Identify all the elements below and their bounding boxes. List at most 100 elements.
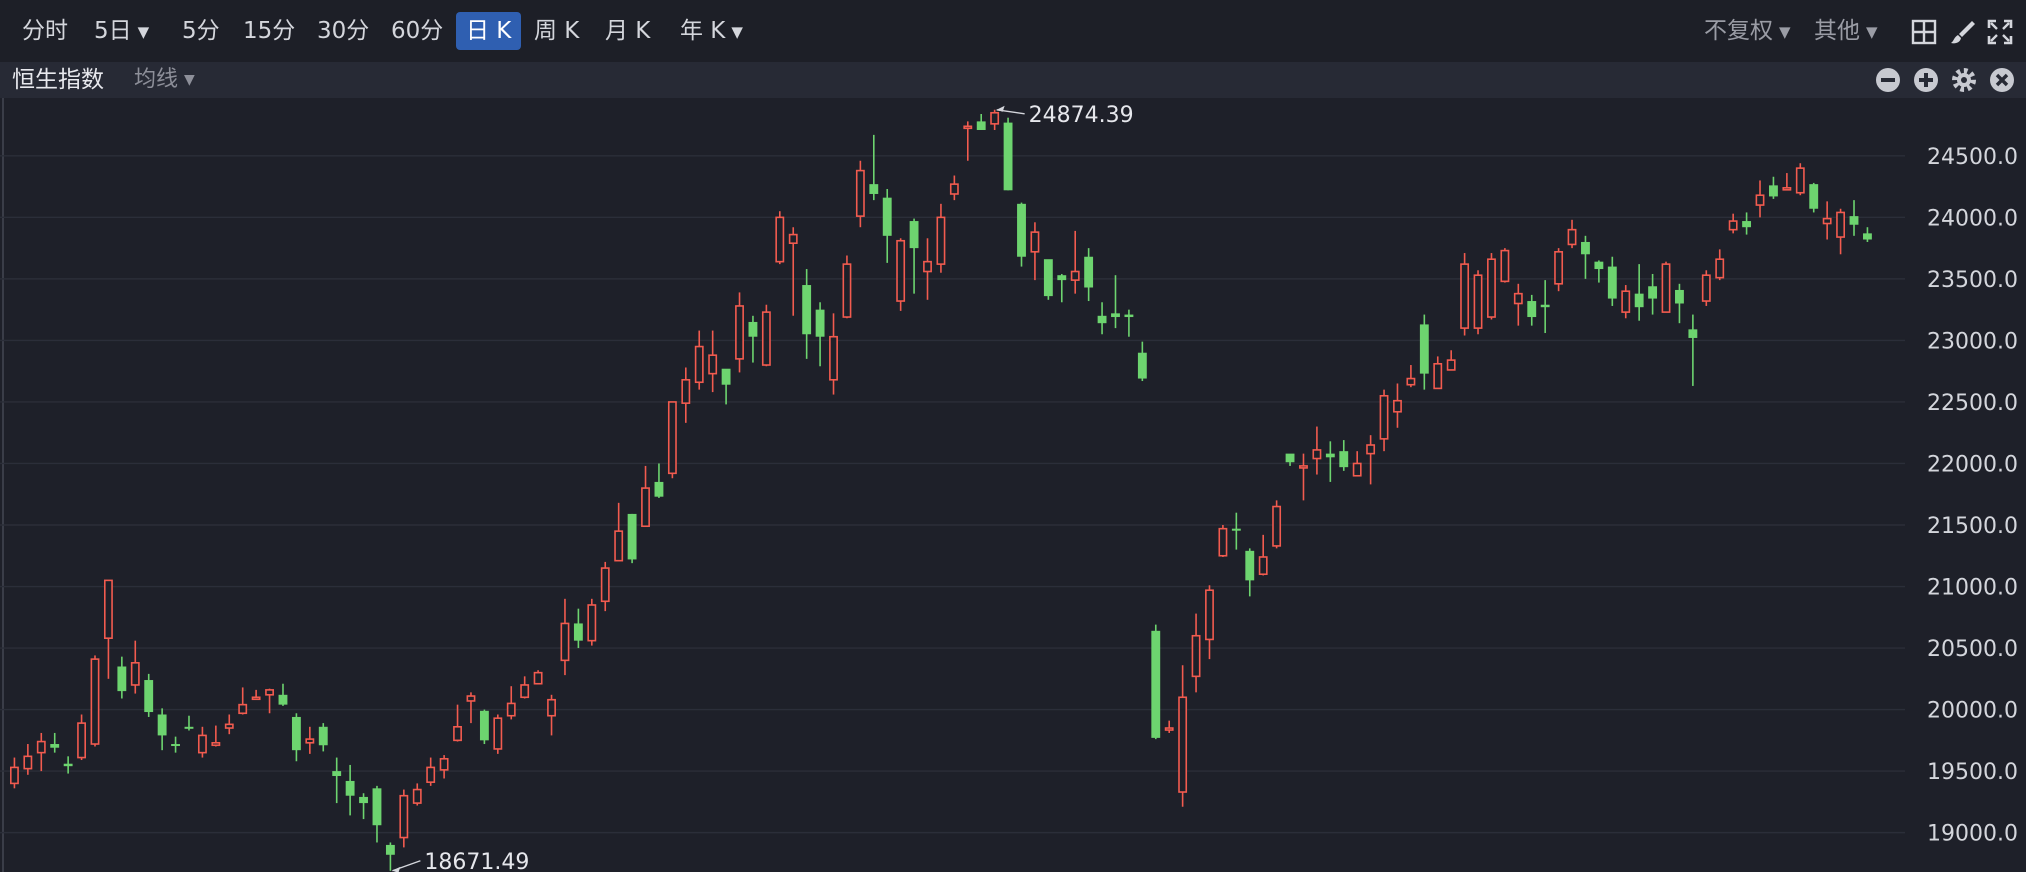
candle-body bbox=[1299, 465, 1308, 469]
candle-body bbox=[1393, 399, 1402, 413]
chevron-down-icon: ▼ bbox=[1866, 22, 1878, 41]
candle bbox=[1836, 208, 1846, 255]
tab-yearly-label: 年 K bbox=[680, 18, 726, 44]
candle bbox=[1339, 440, 1349, 471]
other-dropdown[interactable]: 其他 ▼ bbox=[1814, 12, 1878, 50]
gear-icon[interactable] bbox=[1949, 65, 1979, 95]
tab-daily-k[interactable]: 日 K bbox=[456, 12, 522, 50]
candle-body bbox=[869, 184, 879, 194]
tab-5min[interactable]: 5分 bbox=[182, 12, 220, 50]
candle-body bbox=[90, 658, 100, 745]
brush-icon[interactable] bbox=[1948, 18, 1976, 46]
candle-body bbox=[990, 111, 1000, 125]
candle-body bbox=[1003, 122, 1013, 191]
candle-body bbox=[829, 335, 838, 381]
tab-monthly-k[interactable]: 月 K bbox=[605, 12, 650, 50]
candle-body bbox=[1272, 505, 1282, 547]
candle bbox=[560, 598, 570, 676]
candle-body bbox=[976, 121, 986, 130]
candle bbox=[291, 713, 301, 762]
candle-body bbox=[1527, 301, 1537, 318]
candle bbox=[896, 238, 906, 311]
candle-body bbox=[681, 378, 691, 404]
candle-body bbox=[1325, 453, 1335, 458]
chevron-down-icon: ▼ bbox=[731, 22, 743, 41]
tab-15min[interactable]: 15分 bbox=[243, 12, 295, 50]
candle bbox=[77, 714, 87, 761]
tab-weekly-k[interactable]: 周 K bbox=[534, 12, 579, 50]
candle-body bbox=[439, 757, 449, 771]
candle-body bbox=[842, 263, 852, 318]
candle-body bbox=[1500, 249, 1510, 283]
candle-body bbox=[1111, 313, 1120, 318]
close-circle-icon[interactable] bbox=[1987, 65, 2017, 95]
candle-body bbox=[506, 702, 516, 717]
chevron-down-icon: ▼ bbox=[184, 72, 195, 88]
y-tick-label: 21500.0 bbox=[1927, 514, 2018, 539]
candle-body bbox=[10, 766, 19, 785]
candle bbox=[1769, 176, 1778, 199]
candle-body bbox=[1070, 270, 1080, 281]
chevron-down-icon: ▼ bbox=[137, 22, 150, 41]
candle-body bbox=[1594, 261, 1604, 270]
candle bbox=[1097, 302, 1107, 335]
candle bbox=[614, 502, 624, 562]
candle-body bbox=[802, 285, 812, 335]
candle bbox=[10, 757, 19, 789]
candle-body bbox=[63, 763, 73, 767]
tab-5day[interactable]: 5日 ▼ bbox=[94, 12, 149, 50]
candle-body bbox=[265, 689, 274, 696]
candle-body bbox=[654, 481, 664, 497]
candle-body bbox=[251, 696, 261, 701]
candle bbox=[842, 255, 852, 319]
candle bbox=[1688, 314, 1698, 386]
candle bbox=[372, 785, 382, 843]
candle-body bbox=[372, 788, 382, 826]
candle bbox=[1607, 256, 1617, 306]
candle-body bbox=[1218, 527, 1228, 557]
candle bbox=[278, 683, 288, 706]
minus-circle-icon[interactable] bbox=[1873, 65, 1903, 95]
candle bbox=[627, 513, 637, 564]
grid-layout-icon[interactable] bbox=[1910, 18, 1938, 46]
candle bbox=[600, 561, 610, 612]
candle-body bbox=[1540, 304, 1550, 308]
candle-body bbox=[1178, 696, 1188, 793]
candle bbox=[1809, 182, 1819, 213]
candle bbox=[1258, 534, 1268, 576]
candle bbox=[412, 783, 422, 806]
candle bbox=[1419, 314, 1429, 390]
candle bbox=[1849, 200, 1859, 236]
candle bbox=[184, 715, 194, 731]
candle-body bbox=[1487, 258, 1496, 318]
y-axis: 24500.0 24000.0 23500.0 23000.0 22500.0 22000… bbox=[1927, 145, 2018, 847]
candlestick-chart[interactable]: 24500.0 24000.0 23500.0 23000.0 22500.0 22000… bbox=[0, 98, 2026, 872]
candle bbox=[909, 218, 919, 294]
tab-60min[interactable]: 60分 bbox=[391, 12, 443, 50]
candle bbox=[1755, 180, 1765, 218]
y-tick-label: 23000.0 bbox=[1927, 329, 2018, 354]
candle bbox=[1728, 213, 1738, 234]
fullscreen-icon[interactable] bbox=[1986, 18, 2014, 46]
candle bbox=[1379, 389, 1389, 452]
tab-yearly-k[interactable]: 年 K ▼ bbox=[680, 12, 743, 50]
candle-body bbox=[345, 780, 355, 796]
candle-body bbox=[560, 622, 570, 662]
candle-body bbox=[211, 741, 221, 747]
candle-body bbox=[667, 401, 677, 475]
tab-timeshare[interactable]: 分时 bbox=[22, 12, 68, 50]
candle bbox=[547, 694, 556, 736]
candle bbox=[117, 656, 127, 699]
candle bbox=[976, 113, 986, 130]
candle-body bbox=[520, 684, 530, 699]
candle-body bbox=[1795, 167, 1805, 194]
plus-circle-icon[interactable] bbox=[1911, 65, 1941, 95]
candle bbox=[1701, 270, 1711, 306]
candle bbox=[802, 269, 812, 359]
ma-dropdown[interactable]: 均线 ▼ bbox=[134, 62, 195, 98]
adjust-dropdown[interactable]: 不复权 ▼ bbox=[1704, 12, 1791, 50]
candle-body bbox=[1809, 184, 1819, 209]
candle-body bbox=[1728, 220, 1738, 231]
tab-30min[interactable]: 30分 bbox=[317, 12, 369, 50]
annotation-arrowhead bbox=[392, 866, 401, 872]
